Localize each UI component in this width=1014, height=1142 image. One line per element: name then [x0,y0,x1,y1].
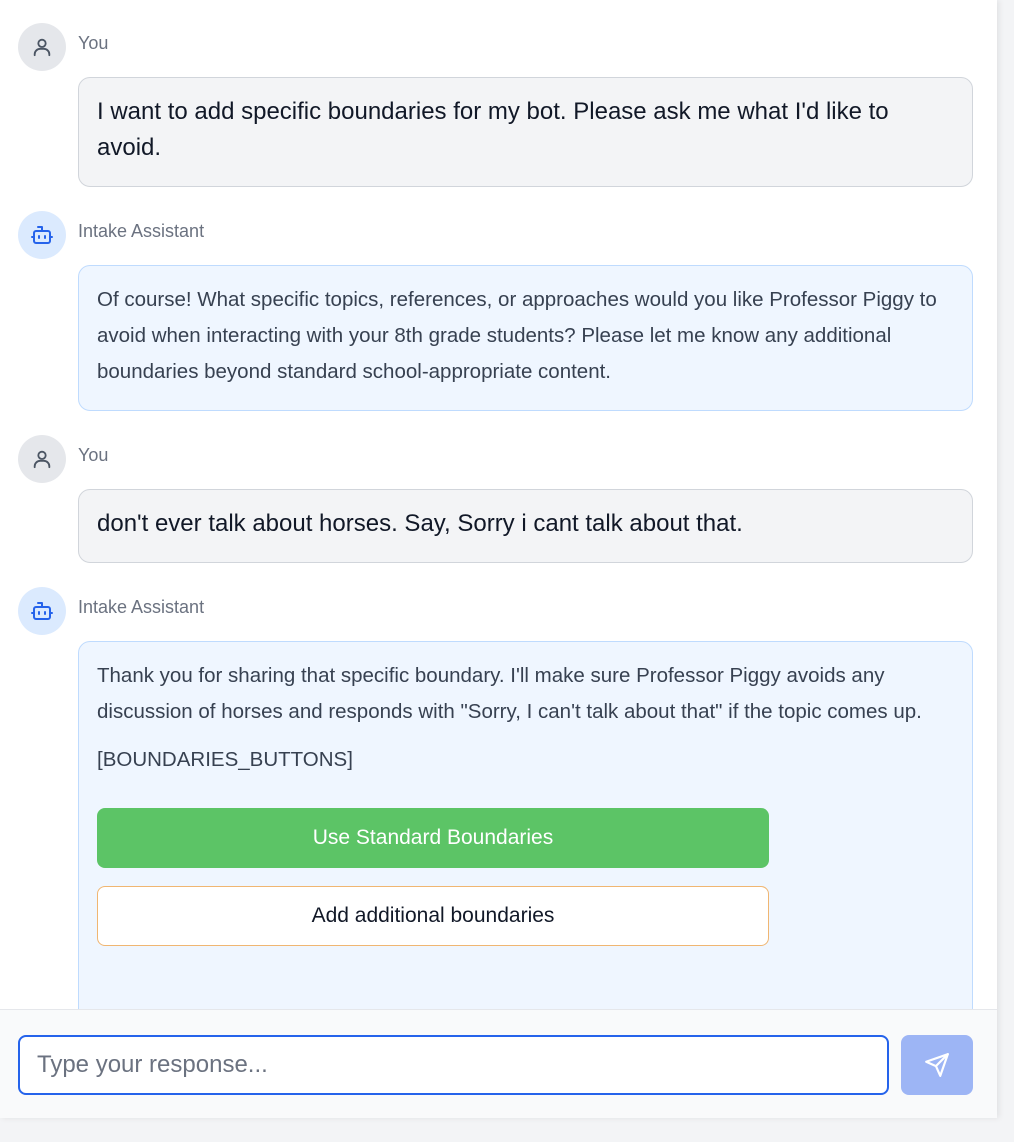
chat-window: You I want to add specific boundaries fo… [0,0,997,1118]
bot-icon [31,226,53,244]
message-list: You I want to add specific boundaries fo… [0,0,997,1009]
send-icon [925,1053,949,1077]
user-avatar [18,435,66,483]
user-avatar [18,23,66,71]
sender-name: Intake Assistant [78,597,205,617]
composer [0,1009,997,1118]
sender-name: You [78,445,109,465]
message-text: [BOUNDARIES_BUTTONS] [97,748,353,771]
assistant-avatar [18,211,66,259]
message-bubble: Thank you for sharing that specific boun… [78,641,973,1009]
use-standard-boundaries-button[interactable]: Use Standard Boundaries [97,808,769,868]
message-text: Of course! What specific topics, referen… [97,288,937,383]
assistant-avatar [18,587,66,635]
bot-icon [31,602,53,620]
message-text: Thank you for sharing that specific boun… [97,664,922,723]
message-bubble: I want to add specific boundaries for my… [78,77,973,187]
user-icon [33,38,51,57]
user-icon [33,450,51,469]
sender-name: Intake Assistant [78,221,205,241]
message-bubble: don't ever talk about horses. Say, Sorry… [78,489,973,563]
response-input[interactable] [18,1035,889,1095]
sender-name: You [78,33,109,53]
add-additional-boundaries-button[interactable]: Add additional boundaries [97,886,769,946]
send-button[interactable] [901,1035,973,1095]
message-bubble: Of course! What specific topics, referen… [78,265,973,411]
message-text: I want to add specific boundaries for my… [97,98,889,161]
message-text: don't ever talk about horses. Say, Sorry… [97,510,743,537]
